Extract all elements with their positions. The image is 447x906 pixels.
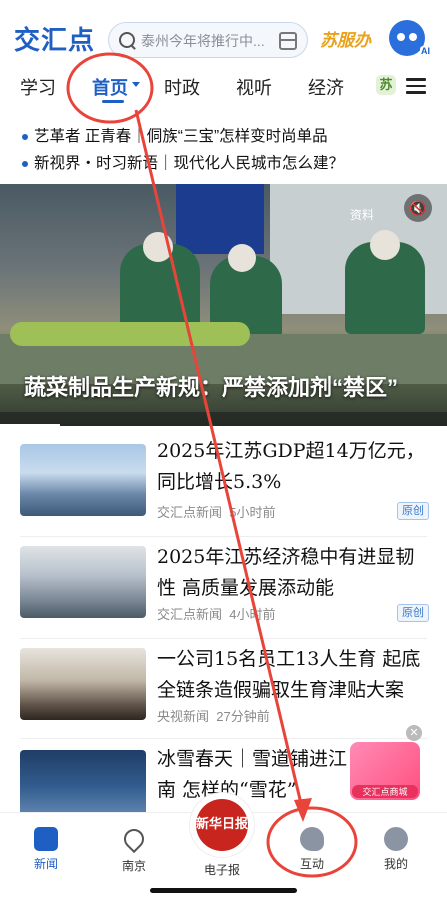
app-logo: 交汇点 xyxy=(14,26,96,56)
tab-jiangsu[interactable]: 苏 xyxy=(376,75,396,95)
nav-label: 南京 xyxy=(121,859,146,873)
home-indicator xyxy=(150,888,297,893)
active-tab-indicator xyxy=(102,100,124,103)
ticker-item[interactable]: 艺革者 正青春｜侗族“三宝”怎样变时尚单品 xyxy=(22,124,442,146)
ai-assistant-button[interactable]: AI xyxy=(389,20,431,56)
mall-promo-label: 交汇点商城 xyxy=(352,785,418,798)
hero-worker-head xyxy=(228,244,256,272)
nav-label: 我的 xyxy=(383,857,408,871)
nav-profile[interactable]: 我的 xyxy=(366,827,426,872)
ai-label: AI xyxy=(420,46,431,56)
hero-title[interactable]: 蔬菜制品生产新规：严禁添加剂“禁区” xyxy=(24,370,398,402)
tab-economy[interactable]: 经济 xyxy=(308,74,344,100)
heart-chat-icon xyxy=(300,827,324,851)
nav-label: 新闻 xyxy=(33,857,58,871)
news-meta: 交汇点新闻 5小时前 xyxy=(157,502,275,521)
news-headline: 2025年江苏经济稳中有进显韧性 高质量发展添动能 xyxy=(157,546,415,599)
news-source: 央视新闻 xyxy=(157,709,210,724)
news-meta: 交汇点新闻 4小时前 xyxy=(157,604,275,623)
nav-label: 互动 xyxy=(299,857,324,871)
hero-scene-vegetables xyxy=(10,322,250,346)
news-meta: 央视新闻 27分钟前 xyxy=(157,706,270,725)
hero-caption-strip xyxy=(0,412,447,426)
center-label: 电子报 xyxy=(203,863,240,877)
search-icon xyxy=(119,32,135,48)
news-headline: 2025年江苏GDP超14万亿元，同比增长5.3% xyxy=(157,440,425,493)
original-badge: 原创 xyxy=(397,604,429,622)
nav-news[interactable]: 新闻 xyxy=(16,827,76,872)
divider xyxy=(20,638,427,639)
robot-eye-icon xyxy=(397,33,405,41)
news-source: 交汇点新闻 xyxy=(157,505,223,520)
news-headline: 冰雪春天｜雪道铺进江南 怎样的“雪花” xyxy=(157,748,348,801)
news-source: 交汇点新闻 xyxy=(157,607,223,622)
profile-icon xyxy=(384,827,408,851)
tab-study[interactable]: 学习 xyxy=(20,74,56,100)
location-icon xyxy=(119,824,149,854)
original-badge: 原创 xyxy=(397,502,429,520)
news-thumbnail xyxy=(20,750,146,812)
search-placeholder: 泰州今年将推行中... xyxy=(141,33,265,49)
tab-home-caret-icon xyxy=(132,82,140,87)
news-headline: 一公司15名员工13人生育 起底全链条造假骗取生育津贴大案 xyxy=(157,648,421,701)
search-input[interactable]: 泰州今年将推行中... xyxy=(108,22,308,58)
news-thumbnail xyxy=(20,648,146,720)
ticker-text: 新视界・时习新语｜现代化人民城市怎么建？ xyxy=(34,155,345,172)
mute-icon[interactable]: 🔇 xyxy=(404,194,432,222)
hero-progress-bar xyxy=(0,424,60,427)
news-time: 5小时前 xyxy=(229,505,276,520)
news-item[interactable]: 2025年江苏GDP超14万亿元，同比增长5.3% 交汇点新闻 5小时前 原创 xyxy=(0,436,447,556)
xinhua-daily-logo: 新华日报 xyxy=(196,799,248,851)
tab-video[interactable]: 视听 xyxy=(236,74,272,100)
hero-worker-head xyxy=(370,230,400,260)
menu-icon[interactable] xyxy=(406,78,426,94)
news-time: 4小时前 xyxy=(229,607,276,622)
divider xyxy=(20,738,427,739)
nav-interact[interactable]: 互动 xyxy=(282,827,342,872)
hero-source-tag: 资料 xyxy=(350,208,375,222)
hero-worker-head xyxy=(143,232,173,262)
bullet-icon xyxy=(22,160,28,167)
bullet-icon xyxy=(22,133,28,140)
news-icon xyxy=(34,827,58,851)
ticker-item[interactable]: 新视界・时习新语｜现代化人民城市怎么建？ xyxy=(22,151,442,173)
close-icon[interactable]: ✕ xyxy=(406,725,422,741)
tab-home[interactable]: 首页 xyxy=(92,74,128,100)
news-thumbnail xyxy=(20,546,146,618)
scan-icon[interactable] xyxy=(279,32,297,50)
tab-politics[interactable]: 时政 xyxy=(164,74,200,100)
ticker-text: 艺革者 正青春｜侗族“三宝”怎样变时尚单品 xyxy=(34,128,328,145)
sufu-button[interactable]: 苏服办 xyxy=(320,26,371,51)
divider xyxy=(20,536,427,537)
nav-nanjing[interactable]: 南京 xyxy=(104,824,164,874)
news-thumbnail xyxy=(20,444,146,516)
hero-scene-panel xyxy=(176,184,264,254)
mall-promo-button[interactable]: 交汇点商城 xyxy=(350,742,420,800)
robot-eye-icon xyxy=(409,33,417,41)
newspaper-button[interactable]: 新华日报 xyxy=(190,793,254,857)
news-time: 27分钟前 xyxy=(216,709,270,724)
